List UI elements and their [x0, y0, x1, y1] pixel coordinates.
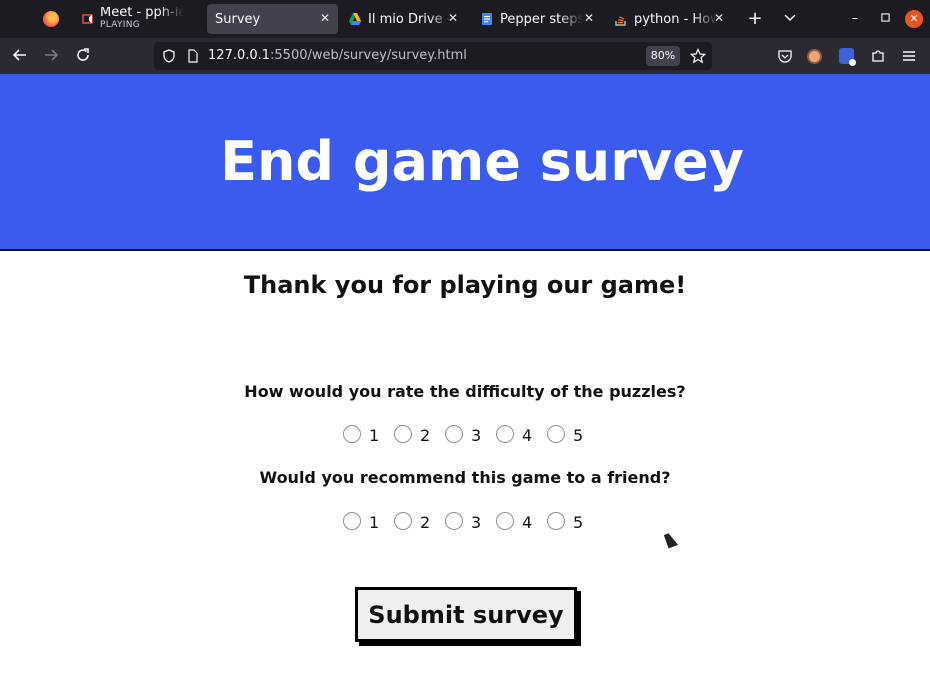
thank-you-heading: Thank you for playing our game!: [243, 271, 687, 299]
tab-docs[interactable]: Pepper steps ✕: [474, 4, 602, 34]
header-banner: End game survey: [0, 74, 930, 251]
mouse-cursor-icon: [663, 531, 679, 549]
shield-icon[interactable]: [162, 49, 176, 63]
radio-label: 5: [573, 513, 584, 532]
tab-survey[interactable]: Survey ✕: [207, 4, 338, 34]
radio-button[interactable]: [496, 512, 514, 530]
question-difficulty: How would you rate the difficulty of the…: [244, 382, 686, 401]
radio-button[interactable]: [547, 425, 565, 443]
drive-icon: [349, 13, 361, 25]
radio-button[interactable]: [445, 425, 463, 443]
close-tab-icon[interactable]: ✕: [712, 11, 726, 25]
radio-label: 4: [522, 513, 533, 532]
difficulty-radio-group: 1 2 3 4 5: [343, 424, 603, 446]
page-title: End game survey: [220, 130, 744, 193]
tab-label: Meet - pph-iek: [100, 7, 184, 20]
maximize-icon[interactable]: [876, 10, 894, 28]
survey-page: End game survey Thank you for playing ou…: [0, 74, 930, 697]
close-window-icon[interactable]: ✕: [905, 10, 923, 28]
page-icon[interactable]: [186, 49, 200, 63]
menu-hamburger-icon[interactable]: [901, 48, 917, 64]
radio-button[interactable]: [394, 425, 412, 443]
close-tab-icon[interactable]: ✕: [582, 11, 596, 25]
radio-button[interactable]: [343, 425, 361, 443]
tab-meet[interactable]: Meet - pph-iek PLAYING: [80, 4, 200, 34]
url-path: :5500/web/survey/survey.html: [270, 48, 467, 63]
firefox-icon[interactable]: [43, 11, 59, 27]
tab-label: Survey: [215, 11, 261, 27]
radio-button[interactable]: [445, 512, 463, 530]
tab-strip: Meet - pph-iek PLAYING Survey ✕ Il mio D…: [0, 0, 930, 38]
question-recommend: Would you recommend this game to a frien…: [259, 468, 671, 487]
docs-icon: [482, 13, 492, 25]
new-tab-button[interactable]: +: [746, 10, 764, 28]
radio-label: 3: [471, 426, 482, 445]
extension-badge-icon[interactable]: [839, 48, 856, 66]
tab-stackoverflow[interactable]: python - How ✕: [608, 4, 732, 34]
extension-avatar-icon[interactable]: [807, 49, 822, 64]
extensions-puzzle-icon[interactable]: [870, 48, 886, 64]
forward-arrow-icon[interactable]: [42, 47, 60, 65]
reload-icon[interactable]: [74, 47, 92, 65]
radio-label: 3: [471, 513, 482, 532]
list-all-tabs-chevron-icon[interactable]: [781, 10, 799, 28]
radio-label: 1: [369, 513, 380, 532]
submit-survey-button[interactable]: Submit survey: [355, 587, 577, 642]
close-tab-icon[interactable]: ✕: [318, 11, 332, 25]
back-arrow-icon[interactable]: [11, 47, 29, 65]
url-text[interactable]: 127.0.0.1:5500/web/survey/survey.html: [208, 48, 467, 63]
navigation-toolbar: 127.0.0.1:5500/web/survey/survey.html 80…: [0, 38, 930, 74]
tab-playing-label: PLAYING: [100, 20, 141, 30]
radio-label: 1: [369, 426, 380, 445]
close-tab-icon[interactable]: ✕: [446, 11, 460, 25]
recommend-radio-group: 1 2 3 4 5: [343, 511, 603, 533]
radio-button[interactable]: [394, 512, 412, 530]
stackoverflow-icon: [615, 16, 626, 26]
radio-label: 2: [420, 426, 431, 445]
radio-label: 2: [420, 513, 431, 532]
tab-label: Il mio Drive - G: [368, 11, 454, 27]
tab-label: python - How: [634, 11, 718, 27]
speaker-icon[interactable]: [82, 12, 96, 26]
minimize-icon[interactable]: –: [846, 10, 864, 28]
radio-button[interactable]: [496, 425, 514, 443]
bookmark-star-icon[interactable]: [690, 48, 706, 64]
radio-label: 4: [522, 426, 533, 445]
radio-button[interactable]: [547, 512, 565, 530]
tab-label: Pepper steps: [500, 11, 584, 27]
pocket-icon[interactable]: [777, 48, 793, 64]
radio-button[interactable]: [343, 512, 361, 530]
radio-label: 5: [573, 426, 584, 445]
tab-drive[interactable]: Il mio Drive - G ✕: [342, 4, 466, 34]
zoom-indicator[interactable]: 80%: [646, 46, 680, 66]
address-bar[interactable]: 127.0.0.1:5500/web/survey/survey.html 80…: [154, 42, 712, 70]
url-host: 127.0.0.1: [208, 48, 271, 63]
